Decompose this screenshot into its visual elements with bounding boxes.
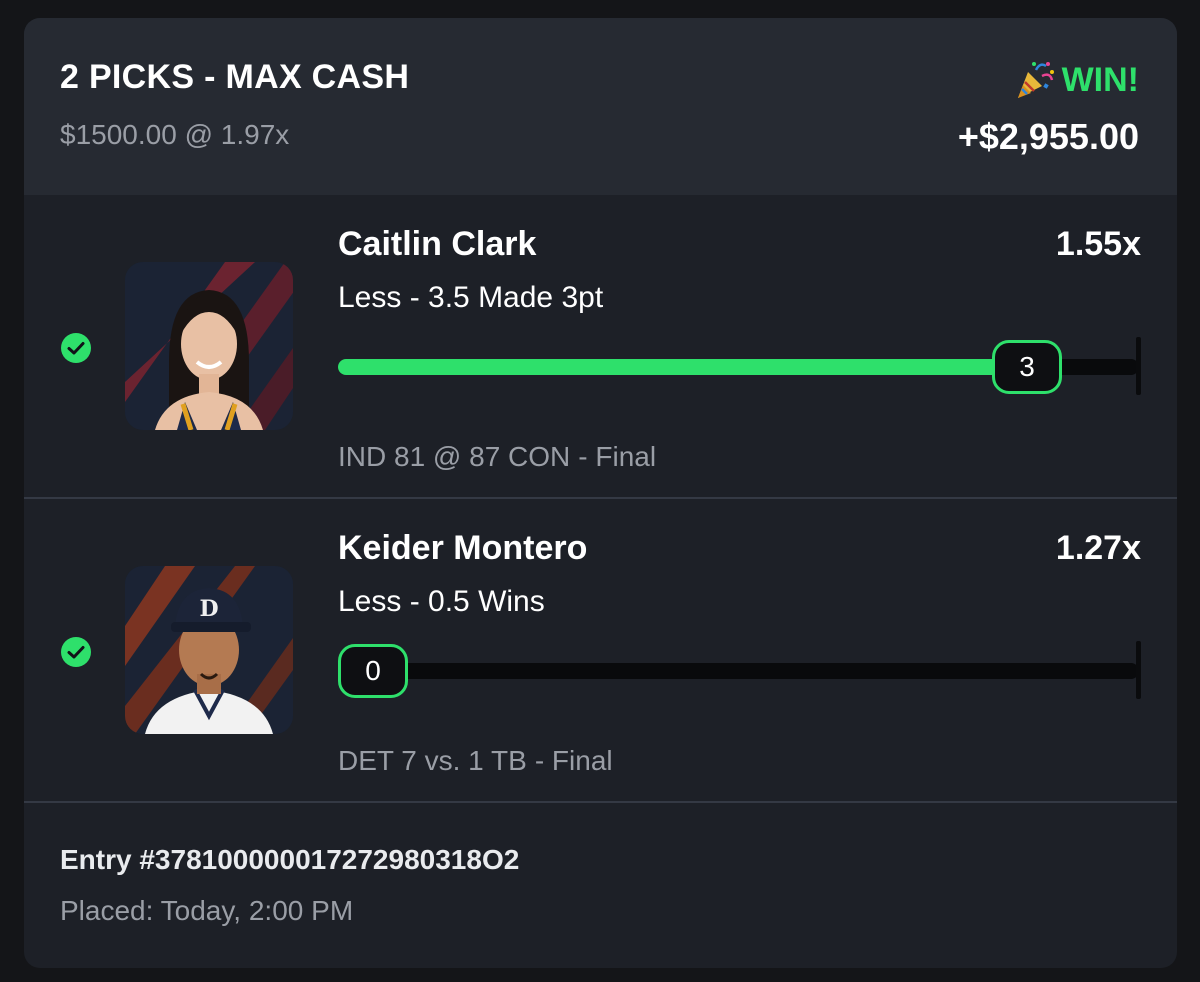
pick-multiplier: 1.27x (1055, 529, 1141, 567)
check-circle-icon (61, 637, 91, 667)
pick-line: Less - 0.5 Wins (338, 585, 545, 618)
game-score: DET 7 vs. 1 TB (338, 745, 527, 776)
stat-value-marker: 0 (338, 644, 408, 698)
wager-summary: $1500.00 @ 1.97x (60, 119, 290, 150)
party-popper-icon (1017, 62, 1054, 98)
pick-row[interactable]: Caitlin Clark 1.55x Less - 3.5 Made 3pt … (24, 195, 1177, 499)
progress-track (338, 663, 1139, 679)
placed-time: Placed: Today, 2:00 PM (60, 895, 354, 926)
progress-fill (338, 359, 1027, 375)
game-score: IND 81 @ 87 CON (338, 441, 571, 472)
payout-amount: +$2,955.00 (957, 116, 1139, 157)
pick-multiplier: 1.55x (1055, 225, 1141, 263)
svg-text:D: D (199, 596, 218, 622)
player-headshot: D (125, 566, 293, 734)
pick-row[interactable]: D Keider Montero 1.27x Less - 0.5 Wins 0… (24, 499, 1177, 803)
entry-card[interactable]: 2 PICKS - MAX CASH $1500.00 @ 1.97x WIN!… (24, 18, 1177, 968)
player-name: Keider Montero (338, 529, 588, 567)
line-marker (1136, 337, 1141, 395)
line-marker (1136, 641, 1141, 699)
pick-line: Less - 3.5 Made 3pt (338, 281, 604, 314)
player-avatar: D (125, 566, 293, 734)
win-label: WIN! (1061, 60, 1139, 99)
game-info: DET 7 vs. 1 TB - Final (338, 745, 613, 777)
player-headshot (125, 262, 293, 430)
game-info: IND 81 @ 87 CON - Final (338, 441, 656, 473)
entry-header: 2 PICKS - MAX CASH $1500.00 @ 1.97x WIN!… (24, 18, 1177, 195)
game-status: - Final (578, 441, 657, 472)
player-name: Caitlin Clark (338, 225, 537, 263)
entry-id: Entry #378100000017272980318O2 (60, 844, 520, 875)
entry-title: 2 PICKS - MAX CASH (60, 58, 410, 96)
stat-value-marker: 3 (992, 340, 1062, 394)
player-avatar (125, 262, 293, 430)
game-status: - Final (534, 745, 613, 776)
check-circle-icon (61, 333, 91, 363)
result-badge: WIN! (1012, 58, 1139, 102)
